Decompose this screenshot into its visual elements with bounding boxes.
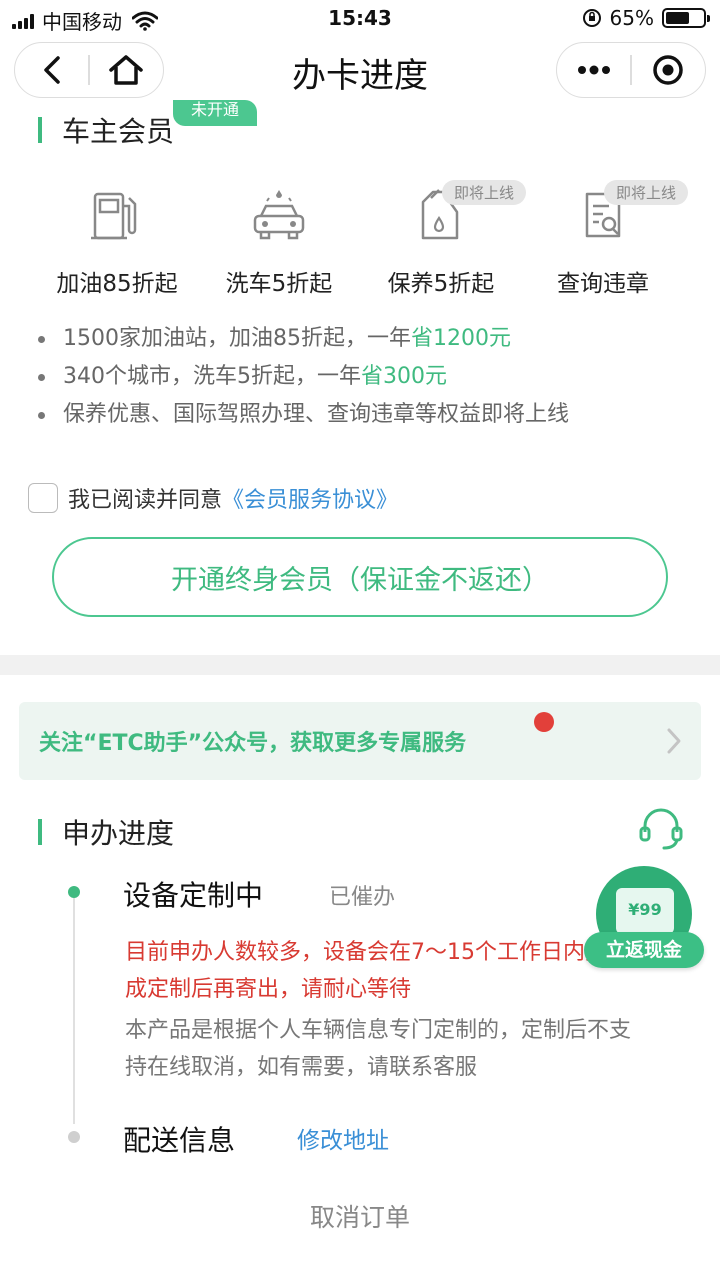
benefit-fuel[interactable]: 加油85折起 [36,186,198,298]
open-membership-button[interactable]: 开通终身会员（保证金不返还） [52,537,668,617]
fuel-pump-icon [91,192,137,240]
cashback-label: 立返现金 [584,932,704,968]
membership-section-title: 车主会员 [38,110,174,150]
more-button[interactable] [557,43,630,97]
cancel-order-button[interactable]: 取消订单 [0,1198,720,1234]
bullet-highlight: 省300元 [361,364,447,389]
agreement-row: 我已阅读并同意 《会员服务协议》 [28,482,398,514]
follow-official-account-banner[interactable]: 关注“ETC助手”公众号，获取更多专属服务 [19,702,701,780]
cashback-amount: ¥99 [628,900,662,919]
title-accent-bar [38,117,42,143]
step-warning-text: 目前申办人数较多，设备会在7～15个工作日内完成定制后再寄出，请耐心等待 [125,940,607,1002]
timeline-line [73,898,75,1124]
membership-title-text: 车主会员 [62,115,175,148]
battery-percent: 65% [609,6,654,30]
bullet-dot [38,373,45,381]
bullet-text: 340个城市，洗车5折起，一年 [63,364,361,389]
step-note-text: 本产品是根据个人车辆信息专门定制的，定制后不支持在线取消，如有需要，请联系客服 [125,1018,632,1080]
member-agreement-link[interactable]: 《会员服务协议》 [222,482,398,514]
benefit-label: 查询违章 [557,271,649,297]
more-dots-icon [577,65,610,75]
edit-address-link[interactable]: 修改地址 [297,1121,389,1155]
membership-status-text: 未开通 [190,100,239,119]
status-bar: 中国移动 15:43 65% [0,0,720,38]
bullet-dot [38,335,45,343]
benefit-label: 加油85折起 [56,271,178,297]
list-item: 1500家加油站，加油85折起，一年 省1200元 [38,320,698,358]
progress-section-title: 申办进度 [38,812,174,852]
step-title-customizing: 设备定制中 [123,879,264,912]
agreement-checkbox[interactable] [28,483,58,513]
membership-status-tag: 未开通 [173,100,257,126]
bullet-text: 保养优惠、国际驾照办理、查询违章等权益即将上线 [63,402,570,427]
list-item: 340个城市，洗车5折起，一年 省300元 [38,358,698,396]
bullet-highlight: 省1200元 [410,326,511,351]
benefit-maintenance[interactable]: 即将上线 保养5折起 [360,180,526,298]
chevron-right-icon [667,728,681,754]
status-right: 65% [582,6,710,30]
benefit-label: 洗车5折起 [225,271,333,297]
step-title-delivery: 配送信息 [123,1124,236,1157]
benefit-bullet-list: 1500家加油站，加油85折起，一年 省1200元 340个城市，洗车5折起，一年… [38,320,698,434]
bullet-dot [38,411,45,419]
close-miniprogram-button[interactable] [632,43,705,97]
orientation-lock-icon [582,9,601,27]
benefit-violation[interactable]: 即将上线 查询违章 [522,180,688,298]
battery-icon [662,8,710,28]
nav-right-capsule [556,42,706,98]
notification-dot [534,712,554,732]
coming-soon-badge: 即将上线 [441,180,526,205]
section-divider [0,655,720,675]
timeline-dot-active [68,886,80,898]
banner-text: 关注“ETC助手”公众号，获取更多专属服务 [39,731,467,756]
benefit-label: 保养5折起 [387,271,495,297]
agreement-text: 我已阅读并同意 [68,488,223,513]
car-wash-icon [253,190,305,240]
coming-soon-badge: 即将上线 [603,180,688,205]
cashback-card-icon: ¥99 [616,888,674,934]
step-status-urged: 已催办 [329,885,396,910]
customer-service-headset-icon[interactable] [638,806,684,852]
target-close-icon [653,55,684,85]
timeline-dot-pending [68,1131,80,1143]
progress-title-text: 申办进度 [62,817,175,850]
bullet-text: 1500家加油站，加油85折起，一年 [63,326,411,351]
title-accent-bar [38,819,42,845]
list-item: 保养优惠、国际驾照办理、查询违章等权益即将上线 [38,396,698,434]
benefit-grid: 加油85折起 洗车5折起 即将上线 保养5折起 即将上线 查询违章 [36,180,688,298]
nav-bar: 办卡进度 [0,38,720,104]
benefit-car-wash[interactable]: 洗车5折起 [198,186,360,298]
cashback-float-button[interactable]: ¥99 立返现金 [584,866,706,972]
